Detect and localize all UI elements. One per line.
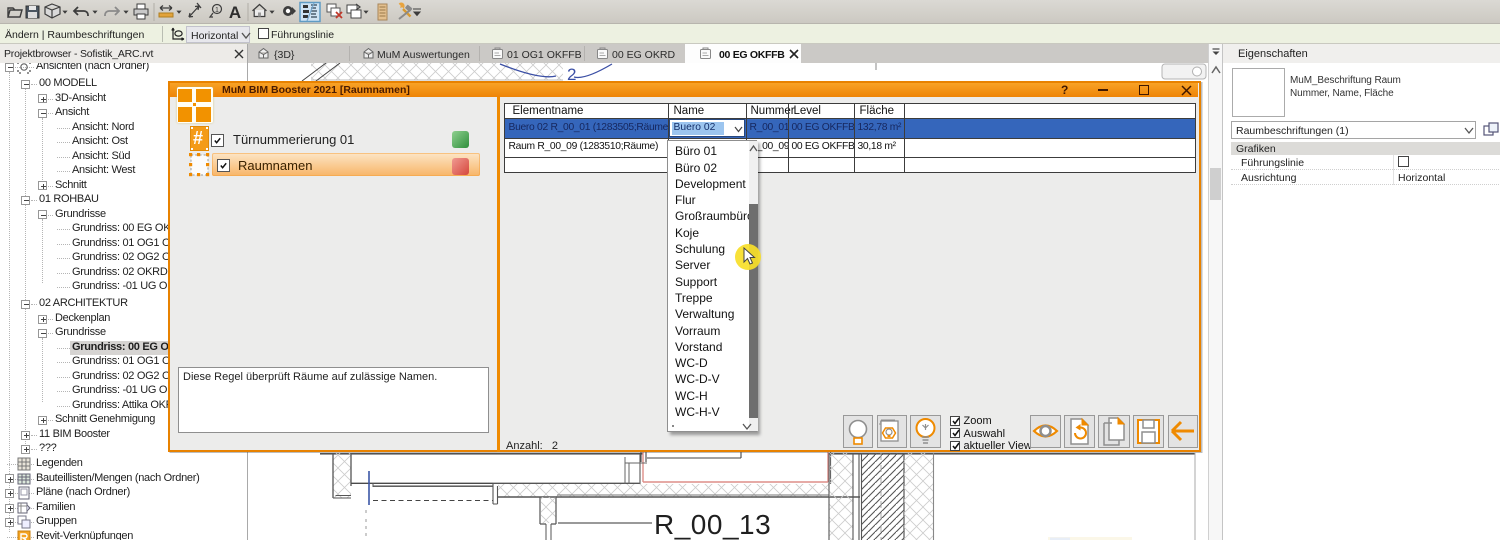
svg-text:R_00_13: R_00_13 bbox=[654, 509, 771, 540]
svg-text:A: A bbox=[229, 3, 241, 22]
svg-text:1: 1 bbox=[215, 7, 219, 14]
